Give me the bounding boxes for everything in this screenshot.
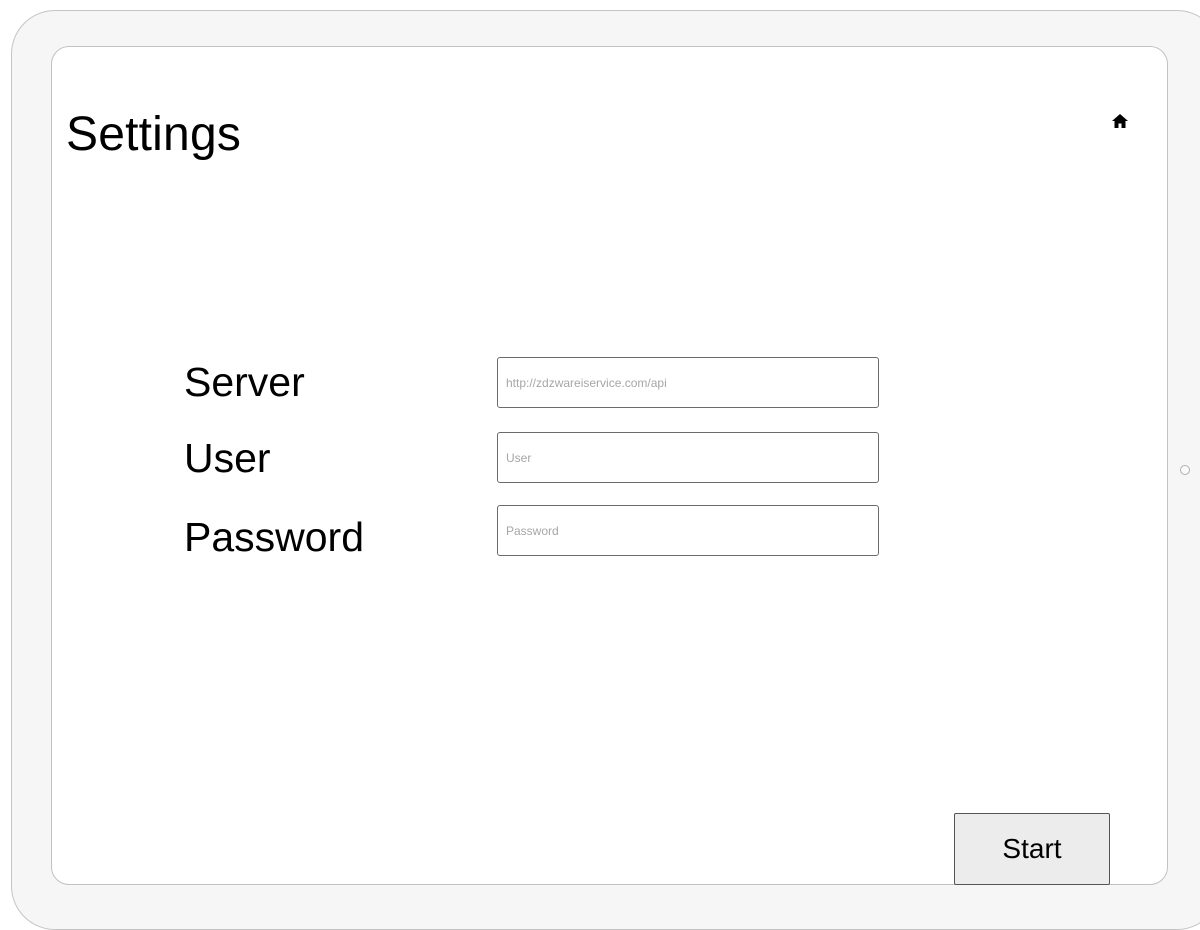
user-label: User	[184, 435, 271, 481]
app-screen: Settings Server User Password Start	[51, 46, 1168, 885]
password-input[interactable]	[497, 505, 879, 556]
server-input[interactable]	[497, 357, 879, 408]
user-input[interactable]	[497, 432, 879, 483]
page-title: Settings	[66, 108, 242, 161]
home-icon[interactable]	[1111, 113, 1129, 129]
password-label: Password	[184, 514, 365, 560]
device-home-button[interactable]	[1180, 465, 1190, 475]
start-button[interactable]: Start	[954, 813, 1110, 885]
server-label: Server	[184, 359, 305, 405]
